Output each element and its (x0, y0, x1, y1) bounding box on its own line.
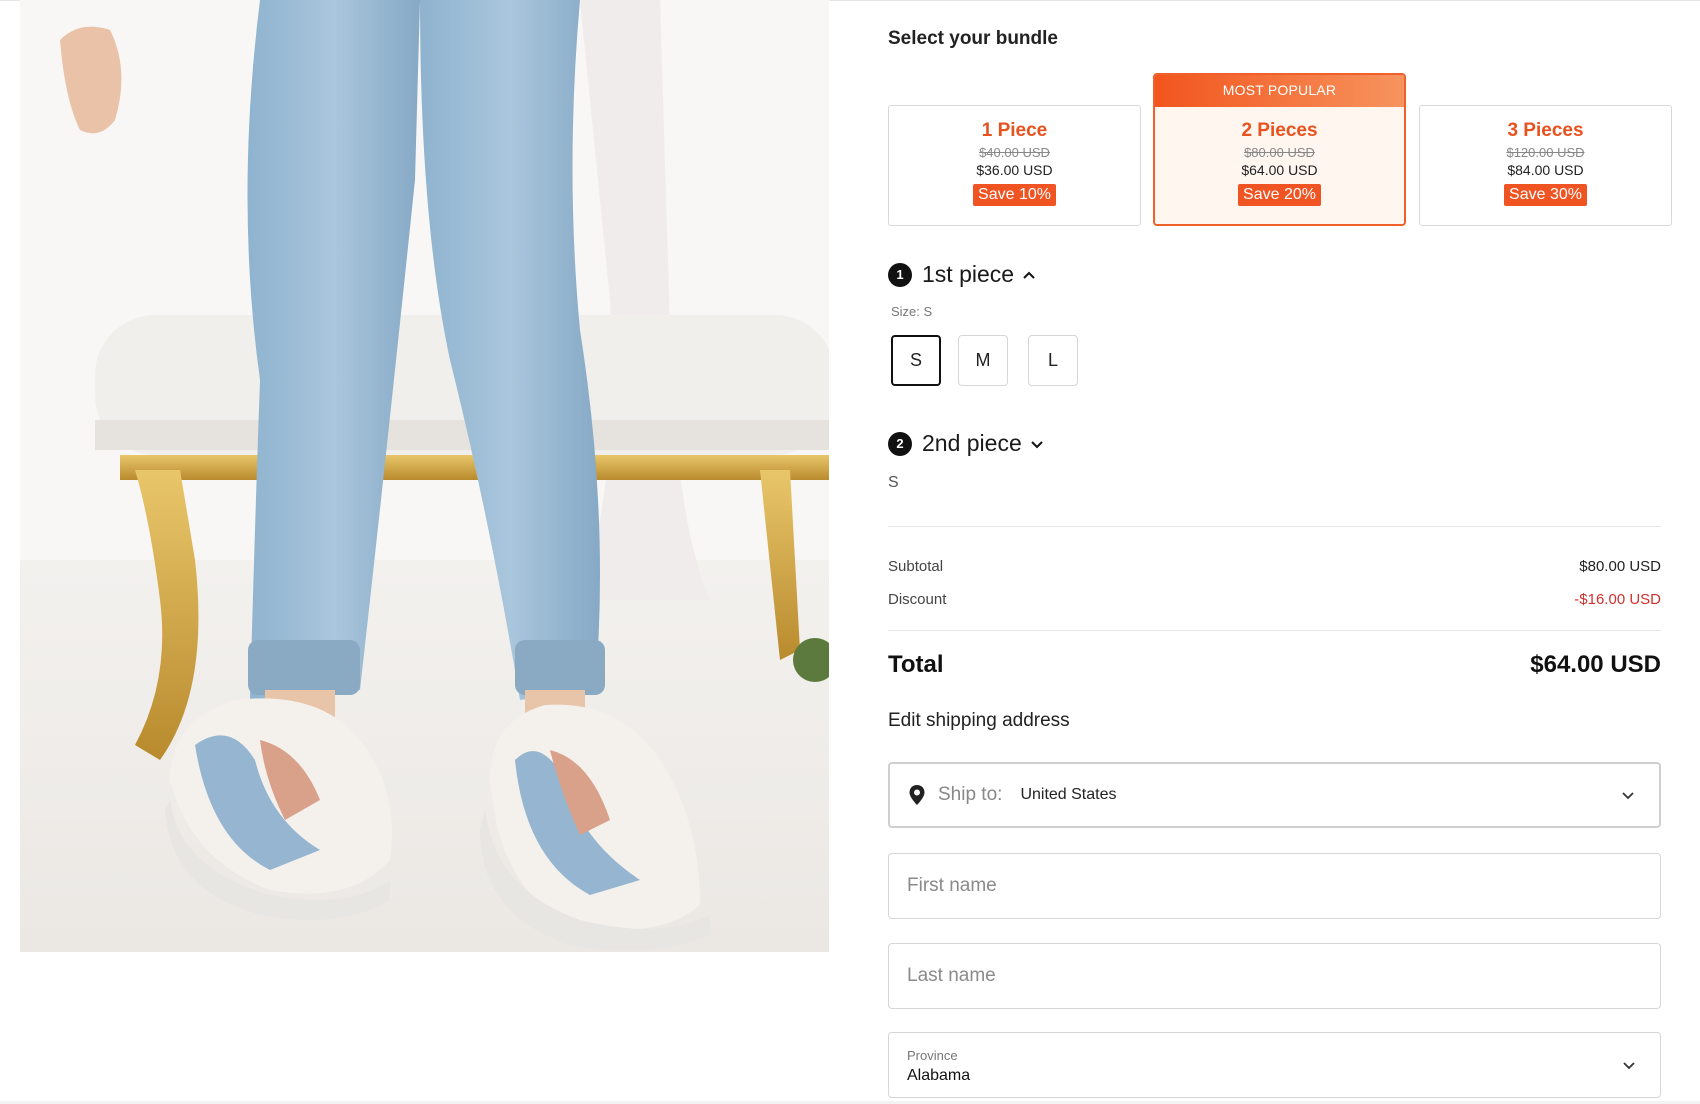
bundle-old-price: $40.00 USD (979, 145, 1050, 160)
discount-row: Discount -$16.00 USD (888, 591, 1661, 608)
subtotal-value: $80.00 USD (1579, 558, 1661, 575)
bundle-title: 2 Pieces (1241, 120, 1318, 141)
total-label: Total (888, 651, 944, 678)
subtotal-row: Subtotal $80.00 USD (888, 558, 1661, 575)
bundle-option-3[interactable]: 3 Pieces $120.00 USD $84.00 USD Save 30% (1419, 105, 1672, 226)
chevron-down-icon (1622, 1060, 1636, 1070)
bundle-old-price: $120.00 USD (1506, 145, 1585, 160)
province-label: Province (907, 1048, 958, 1063)
ship-to-label: Ship to: (938, 784, 1003, 805)
province-value: Alabama (907, 1067, 971, 1084)
piece-number-badge: 2 (888, 431, 912, 456)
bundle-title: 1 Piece (981, 120, 1048, 141)
bundle-option-2[interactable]: MOST POPULAR 2 Pieces $80.00 USD $64.00 … (1153, 73, 1406, 226)
chevron-down-icon (1621, 790, 1635, 800)
bundle-options: 1 Piece $40.00 USD $36.00 USD Save 10% M… (888, 73, 1673, 226)
bundle-save-badge: Save 10% (973, 184, 1056, 206)
bundle-new-price: $64.00 USD (1241, 162, 1318, 178)
section-title: Select your bundle (888, 28, 1058, 49)
discount-label: Discount (888, 591, 947, 608)
total-row: Total $64.00 USD (888, 651, 1661, 679)
province-select[interactable]: Province Alabama (888, 1032, 1661, 1098)
ship-to-value: United States (1020, 786, 1117, 803)
first-name-field-wrapper (888, 853, 1661, 919)
bundle-panel: Select your bundle 1 Piece $40.00 USD $3… (888, 0, 1673, 1104)
divider (888, 526, 1661, 527)
most-popular-ribbon: MOST POPULAR (1155, 75, 1404, 107)
subtotal-label: Subtotal (888, 558, 944, 575)
bundle-save-badge: Save 20% (1238, 184, 1321, 206)
size-option-s[interactable]: S (891, 335, 941, 386)
product-image (20, 0, 829, 952)
bundle-old-price: $80.00 USD (1244, 145, 1315, 160)
total-value: $64.00 USD (1530, 651, 1661, 678)
chevron-down-icon (1030, 439, 1044, 449)
last-name-field-wrapper (888, 943, 1661, 1009)
divider (888, 630, 1661, 631)
bundle-new-price: $36.00 USD (976, 162, 1053, 178)
bundle-new-price: $84.00 USD (1507, 162, 1584, 178)
bundle-save-badge: Save 30% (1504, 184, 1587, 206)
bundle-title: 3 Pieces (1507, 120, 1584, 141)
piece-2-size-value: S (888, 474, 899, 491)
edit-shipping-heading: Edit shipping address (888, 710, 1070, 731)
piece-number-badge: 1 (888, 262, 912, 287)
piece-1-toggle[interactable]: 1 1st piece (888, 261, 1036, 288)
piece-label: 2nd piece (922, 430, 1022, 456)
piece-2-toggle[interactable]: 2 2nd piece (888, 430, 1044, 457)
size-option-l[interactable]: L (1028, 335, 1078, 386)
discount-value: -$16.00 USD (1574, 591, 1661, 608)
bundle-option-1[interactable]: 1 Piece $40.00 USD $36.00 USD Save 10% (888, 105, 1141, 226)
last-name-input[interactable] (907, 965, 1660, 987)
size-option-m[interactable]: M (958, 335, 1008, 386)
first-name-input[interactable] (907, 875, 1660, 897)
location-pin-icon (908, 784, 926, 806)
ship-to-select[interactable]: Ship to: United States (888, 762, 1661, 828)
piece-label: 1st piece (922, 261, 1015, 287)
chevron-up-icon (1022, 270, 1036, 280)
size-caption: Size: S (891, 304, 933, 319)
